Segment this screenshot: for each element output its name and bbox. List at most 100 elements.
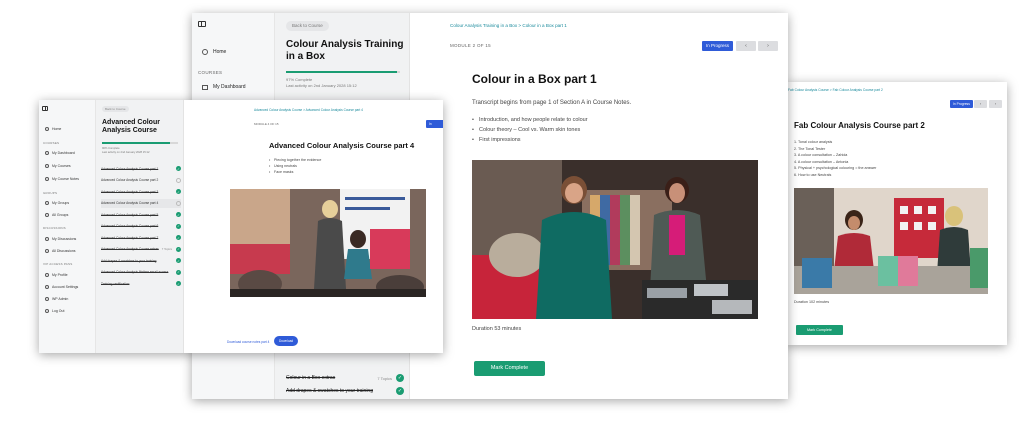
progress-text: 90% Complete bbox=[102, 147, 120, 150]
lesson-bullets: Introduction, and how people relate to c… bbox=[472, 117, 588, 147]
mark-complete-button[interactable]: Mark Complete bbox=[474, 361, 545, 376]
sidebar-item-label: My Groups bbox=[52, 201, 70, 205]
back-to-course-button[interactable]: Back to Course bbox=[286, 21, 329, 31]
breadcrumb[interactable]: Advanced Colour Analysis Course > Advanc… bbox=[254, 108, 363, 112]
prev-lesson-button[interactable]: ‹ bbox=[974, 100, 987, 108]
sidebar-item-log-out[interactable]: Log Out bbox=[45, 309, 64, 313]
lesson-row[interactable]: Colour in a Box extras 7 Topics ✓ bbox=[286, 371, 404, 385]
sidebar-item-all-groups[interactable]: All Groups bbox=[45, 213, 68, 217]
last-activity: Last activity on 2nd January 2028 15:12 bbox=[102, 151, 150, 154]
progress-fill bbox=[286, 71, 397, 73]
breadcrumb[interactable]: Fab Colour Analysis Course > Fab Colour … bbox=[788, 88, 883, 92]
sidebar-item-my-dashboard[interactable]: My Dashboard bbox=[202, 84, 246, 90]
bullet-item: Piecing together the evidence bbox=[269, 158, 321, 162]
lesson-row[interactable]: Advanced Colour Analysis Course part 6 ✓ bbox=[101, 222, 181, 231]
sidebar-item-label: Home bbox=[52, 127, 62, 131]
lesson-row[interactable]: Training certification ✓ bbox=[101, 279, 181, 288]
dashboard-icon bbox=[202, 84, 208, 90]
sidebar-item-my-groups[interactable]: My Groups bbox=[45, 201, 69, 205]
notes-icon bbox=[45, 177, 49, 181]
lesson-row[interactable]: Advanced Colour Analysis Course part 2 bbox=[101, 176, 181, 185]
sidebar-section-access: VIP ACCESS PASS bbox=[43, 262, 73, 266]
lesson-row[interactable]: Advanced Colour Analysis Course part 7 ✓ bbox=[101, 233, 181, 242]
lesson-title: Fab Colour Analysis Course part 2 bbox=[794, 121, 925, 130]
lesson-row[interactable]: Advanced Colour Analysis Course part 1 ✓ bbox=[101, 164, 181, 173]
back-to-course-button[interactable]: Back to Course bbox=[102, 106, 129, 112]
lesson-video[interactable] bbox=[794, 188, 988, 294]
sidebar-item-label: My Course Notes bbox=[52, 177, 80, 181]
left-sidebar: Home COURSES My Dashboard My Courses My … bbox=[39, 100, 96, 353]
status-badge[interactable]: In Progress bbox=[702, 41, 734, 51]
bullet-item: Using neutrals bbox=[269, 164, 321, 168]
lesson-label: Advanced Colour Analysis Course part 4 bbox=[101, 201, 159, 205]
prev-lesson-button[interactable]: ‹ bbox=[736, 41, 756, 51]
topic-item: 6. How to use Neutrals bbox=[794, 172, 832, 177]
lesson-label: Advanced Colour Analysis lifetime email … bbox=[101, 270, 169, 274]
lesson-row[interactable]: Advanced Colour Analysis Course extras 7 … bbox=[101, 245, 181, 254]
check-icon: ✓ bbox=[176, 246, 181, 252]
sidebar-item-my-course-notes[interactable]: My Course Notes bbox=[45, 177, 79, 181]
sidebar-item-my-courses[interactable]: My Courses bbox=[45, 164, 71, 168]
lesson-video[interactable] bbox=[472, 160, 758, 319]
topics-count: 7 Topics bbox=[377, 375, 392, 381]
incomplete-circle-icon bbox=[176, 177, 181, 183]
topic-item: 5. Physical + psychological colouring = … bbox=[794, 166, 877, 170]
download-button[interactable]: Download bbox=[274, 336, 299, 346]
download-notes-link[interactable]: Download course notes part 4 bbox=[227, 340, 269, 344]
bullet-item: Introduction, and how people relate to c… bbox=[472, 117, 588, 123]
sidebar-item-label: Log Out bbox=[52, 309, 65, 313]
transcript-note: Transcript begins from page 1 of Section… bbox=[472, 100, 632, 106]
logout-icon bbox=[45, 309, 49, 313]
mark-complete-button[interactable]: Mark Complete bbox=[796, 325, 843, 335]
lesson-row[interactable]: Advanced Colour Analysis lifetime email … bbox=[101, 268, 181, 277]
breadcrumb[interactable]: Colour Analysis Training in a Box > Colo… bbox=[450, 23, 567, 28]
next-lesson-button[interactable]: › bbox=[758, 41, 778, 51]
sidebar-item-label: Home bbox=[213, 49, 227, 55]
check-icon: ✓ bbox=[176, 223, 181, 229]
sidebar-item-home[interactable]: Home bbox=[202, 49, 226, 55]
sidebar-item-all-discussions[interactable]: All Discussions bbox=[45, 249, 76, 253]
sidebar-toggle-icon[interactable] bbox=[198, 21, 206, 27]
video-duration: Duration 53 minutes bbox=[472, 326, 522, 332]
sidebar-item-my-discussions[interactable]: My Discussions bbox=[45, 237, 76, 241]
check-icon: ✓ bbox=[176, 189, 181, 194]
lesson-label: Advanced Colour Analysis Course extras bbox=[101, 247, 159, 251]
check-icon: ✓ bbox=[176, 258, 181, 263]
lesson-label: Advanced Colour Analysis Course part 2 bbox=[101, 178, 159, 182]
course-progress-bar bbox=[286, 71, 400, 73]
module-indicator: MODULE 2 OF 15 bbox=[450, 43, 491, 48]
sidebar-section-groups: GROUPS bbox=[43, 191, 58, 195]
lesson-row[interactable]: Advanced Colour Analysis Course part 4 bbox=[101, 198, 181, 208]
course-progress-bar bbox=[102, 142, 178, 144]
sidebar-item-wp-admin[interactable]: WP Admin bbox=[45, 297, 68, 301]
profile-icon bbox=[45, 273, 49, 277]
lesson-row[interactable]: Advanced Colour Analysis Course part 3 ✓ bbox=[101, 187, 181, 196]
next-lesson-button[interactable]: › bbox=[989, 100, 1002, 108]
lesson-label: Colour in a Box extras bbox=[286, 375, 336, 381]
sidebar-item-label: My Profile bbox=[52, 273, 68, 277]
lesson-row[interactable]: Add drapes & swatches to your training ✓ bbox=[286, 384, 404, 398]
check-icon: ✓ bbox=[396, 374, 404, 382]
video-frame bbox=[230, 189, 426, 297]
sidebar-item-my-dashboard[interactable]: My Dashboard bbox=[45, 151, 75, 155]
lesson-row[interactable]: Advanced Colour Analysis Course part 5 ✓ bbox=[101, 210, 181, 219]
sidebar-item-my-profile[interactable]: My Profile bbox=[45, 273, 68, 277]
status-badge[interactable]: In Progress bbox=[426, 120, 443, 134]
course-panel: Back to Course Advanced Colour Analysis … bbox=[96, 100, 184, 353]
sidebar-item-home[interactable]: Home bbox=[45, 127, 61, 131]
lesson-label: Advanced Colour Analysis Course part 1 bbox=[101, 166, 159, 171]
sidebar-item-account-settings[interactable]: Account Settings bbox=[45, 285, 78, 289]
lesson-label: Training certification bbox=[101, 281, 130, 286]
lesson-row[interactable]: Add drapes & swatches to your training ✓ bbox=[101, 256, 181, 265]
sidebar-toggle-icon[interactable] bbox=[42, 106, 48, 111]
lesson-video[interactable] bbox=[230, 189, 426, 297]
home-icon bbox=[202, 49, 208, 55]
sidebar-item-label: My Discussions bbox=[52, 237, 77, 241]
lesson-content: Advanced Colour Analysis Course > Advanc… bbox=[184, 100, 443, 353]
admin-icon bbox=[45, 297, 49, 301]
advanced-course-window: Home COURSES My Dashboard My Courses My … bbox=[39, 100, 443, 353]
courses-icon bbox=[45, 164, 49, 168]
status-badge[interactable]: In Progress bbox=[950, 100, 973, 108]
dashboard-icon bbox=[45, 151, 49, 155]
check-icon: ✓ bbox=[396, 387, 404, 395]
